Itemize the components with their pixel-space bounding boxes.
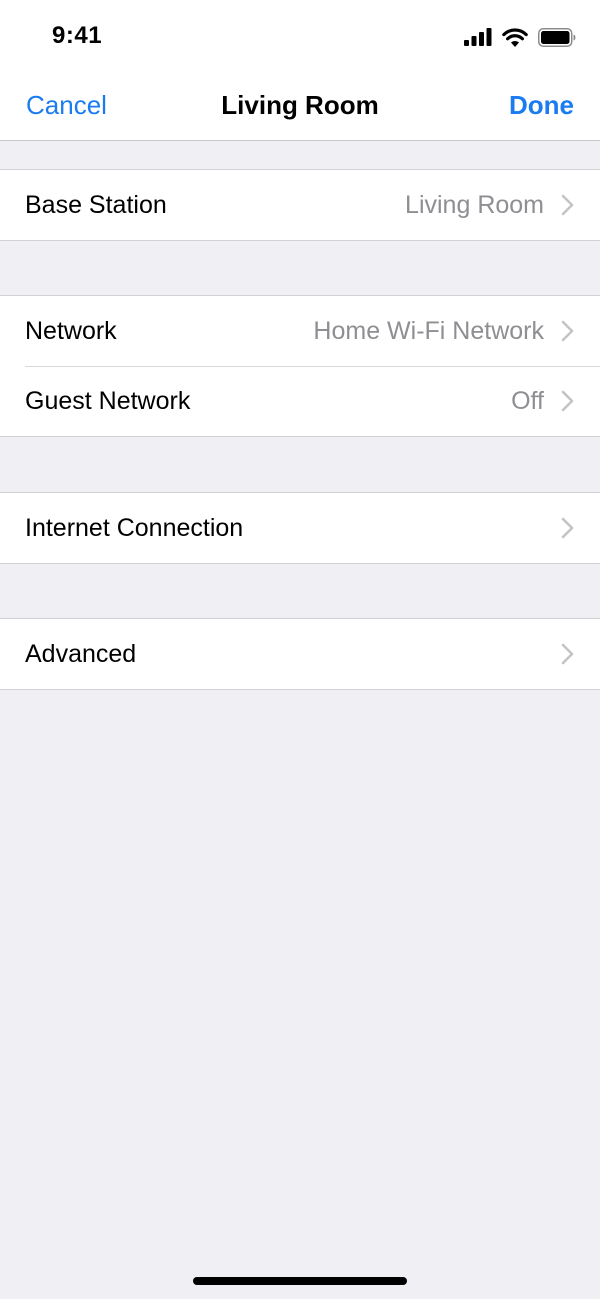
row-advanced-label: Advanced bbox=[25, 640, 137, 668]
chevron-right-icon bbox=[561, 194, 574, 216]
row-advanced[interactable]: Advanced bbox=[0, 619, 600, 689]
status-icons bbox=[464, 26, 576, 48]
section-base-station: Base Station Living Room bbox=[0, 169, 600, 241]
chevron-right-icon bbox=[561, 320, 574, 342]
status-time: 9:41 bbox=[52, 22, 103, 49]
section-networks: Network Home Wi-Fi Network Guest Network… bbox=[0, 295, 600, 437]
row-network-value: Home Wi-Fi Network bbox=[313, 317, 544, 345]
wifi-icon bbox=[502, 27, 528, 47]
row-network-label: Network bbox=[25, 317, 117, 345]
done-button[interactable]: Done bbox=[509, 90, 574, 121]
home-indicator[interactable] bbox=[193, 1277, 407, 1285]
row-base-station-value: Living Room bbox=[405, 191, 544, 219]
row-guest-network[interactable]: Guest Network Off bbox=[0, 366, 600, 436]
row-guest-network-value: Off bbox=[511, 387, 544, 415]
chevron-right-icon bbox=[561, 390, 574, 412]
row-base-station[interactable]: Base Station Living Room bbox=[0, 170, 600, 240]
row-network[interactable]: Network Home Wi-Fi Network bbox=[0, 296, 600, 366]
row-base-station-label: Base Station bbox=[25, 191, 167, 219]
chevron-right-icon bbox=[561, 517, 574, 539]
battery-icon bbox=[538, 27, 576, 47]
row-guest-network-label: Guest Network bbox=[25, 387, 191, 415]
section-advanced: Advanced bbox=[0, 618, 600, 690]
cancel-button[interactable]: Cancel bbox=[26, 90, 107, 121]
section-internet-connection: Internet Connection bbox=[0, 492, 600, 564]
status-bar: 9:41 bbox=[0, 0, 600, 74]
row-internet-connection-label: Internet Connection bbox=[25, 514, 244, 542]
cellular-signal-icon bbox=[464, 28, 492, 46]
row-internet-connection[interactable]: Internet Connection bbox=[0, 493, 600, 563]
chevron-right-icon bbox=[561, 643, 574, 665]
navigation-bar: Cancel Living Room Done bbox=[0, 74, 600, 141]
